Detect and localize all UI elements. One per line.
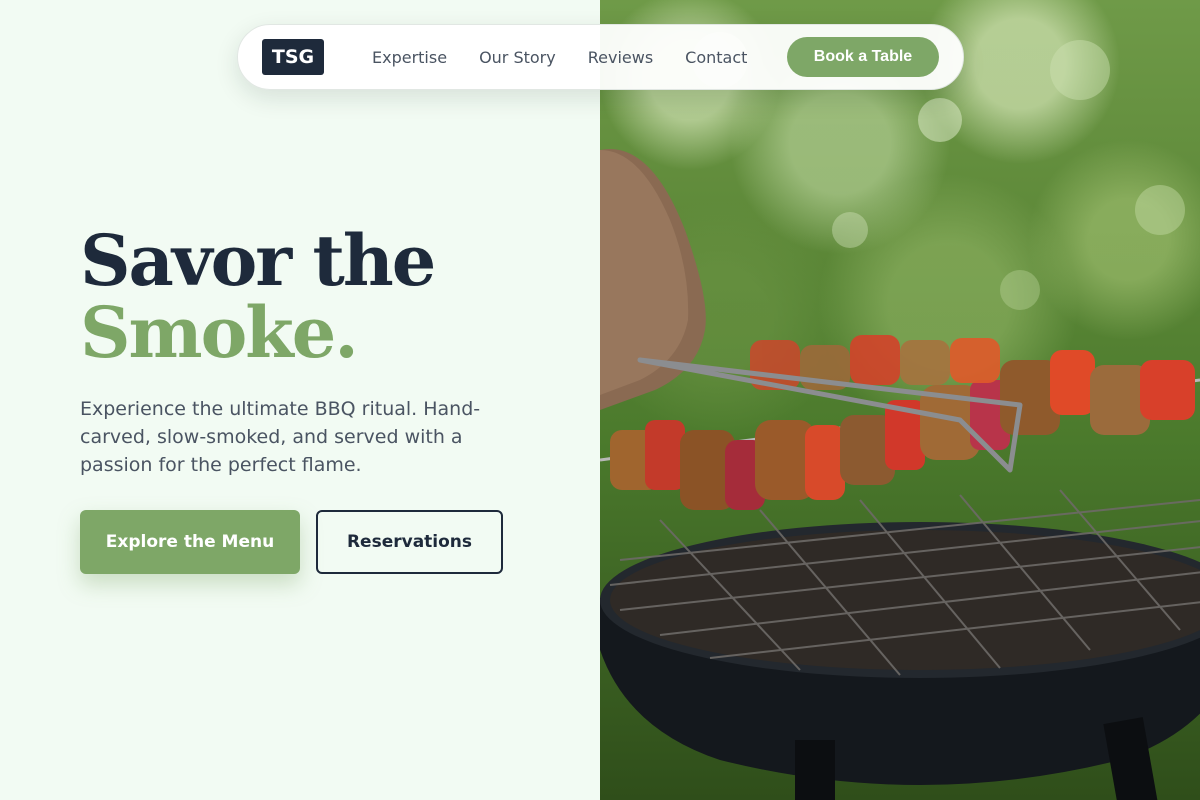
explore-menu-button[interactable]: Explore the Menu <box>80 510 300 574</box>
headline-line-1: Savor the <box>80 219 436 302</box>
grill-illustration <box>600 32 1200 800</box>
brand-logo[interactable]: TSG <box>262 39 324 75</box>
nav-link-reviews[interactable]: Reviews <box>588 48 653 67</box>
reservations-button[interactable]: Reservations <box>316 510 503 574</box>
nav-link-contact[interactable]: Contact <box>685 48 747 67</box>
hero-headline: Savor the Smoke. <box>80 219 436 374</box>
top-navigation: TSG Expertise Our Story Reviews Contact … <box>237 24 964 90</box>
book-a-table-button[interactable]: Book a Table <box>787 37 939 77</box>
headline-line-2: Smoke. <box>80 291 359 374</box>
nav-link-expertise[interactable]: Expertise <box>372 48 447 67</box>
hero-description: Experience the ultimate BBQ ritual. Hand… <box>80 398 481 476</box>
nav-links: Expertise Our Story Reviews Contact <box>372 48 747 67</box>
nav-link-our-story[interactable]: Our Story <box>479 48 556 67</box>
hero-photo-bbq-grill <box>600 0 1200 800</box>
